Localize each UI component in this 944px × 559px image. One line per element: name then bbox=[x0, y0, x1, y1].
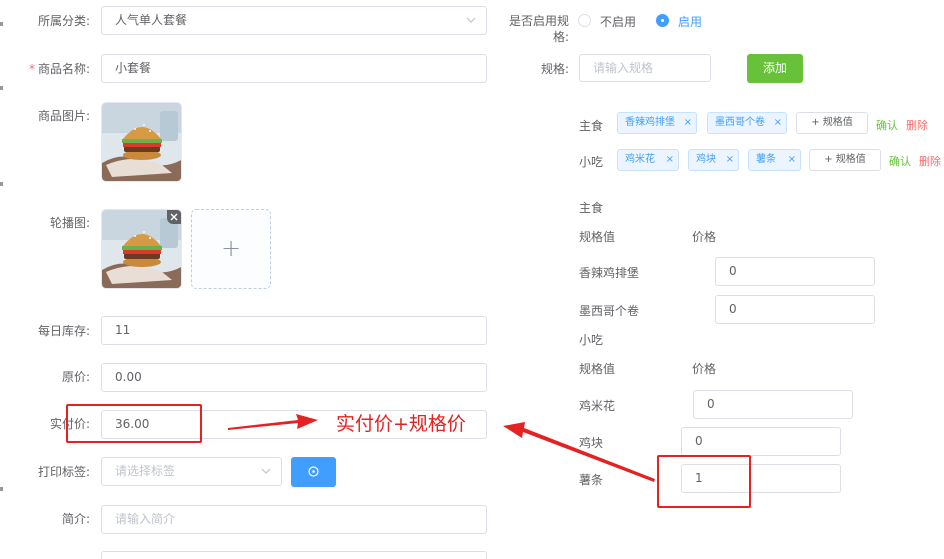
left-edge-marker bbox=[0, 22, 3, 26]
arrow-left bbox=[503, 422, 655, 482]
left-edge-marker bbox=[0, 487, 3, 491]
annotation-text: 实付价+规格价 bbox=[336, 413, 466, 435]
annotation-arrows bbox=[228, 414, 655, 482]
left-edge-marker bbox=[0, 86, 3, 90]
arrow-right bbox=[228, 414, 318, 430]
left-edge-marker bbox=[0, 182, 3, 186]
